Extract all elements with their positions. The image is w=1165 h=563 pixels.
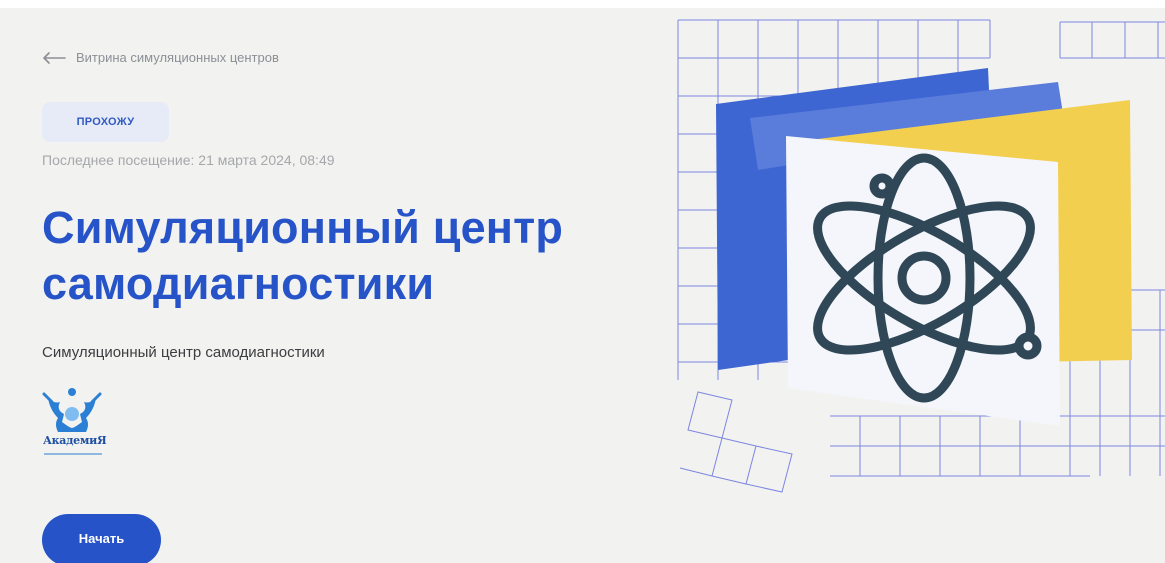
start-button[interactable]: Начать xyxy=(42,514,161,563)
academy-logo: АкадемиЯ xyxy=(40,384,122,460)
back-link[interactable]: Витрина симуляционных центров xyxy=(42,50,279,65)
eagle-emblem-icon xyxy=(42,388,102,455)
course-card: Витрина симуляционных центров ПРОХОЖУ По… xyxy=(0,0,1165,563)
hero-illustration xyxy=(677,19,1165,493)
back-link-label: Витрина симуляционных центров xyxy=(76,50,279,65)
logo-text: АкадемиЯ xyxy=(43,434,107,447)
title-line-2: самодиагностики xyxy=(42,258,435,309)
status-badge: ПРОХОЖУ xyxy=(42,102,169,142)
arrow-left-icon xyxy=(42,51,66,64)
page-title: Симуляционный центр самодиагностики xyxy=(42,200,682,312)
last-visit-text: Последнее посещение: 21 марта 2024, 08:4… xyxy=(42,152,335,168)
subtitle: Симуляционный центр самодиагностики xyxy=(42,344,325,361)
title-line-1: Симуляционный центр xyxy=(42,202,564,253)
